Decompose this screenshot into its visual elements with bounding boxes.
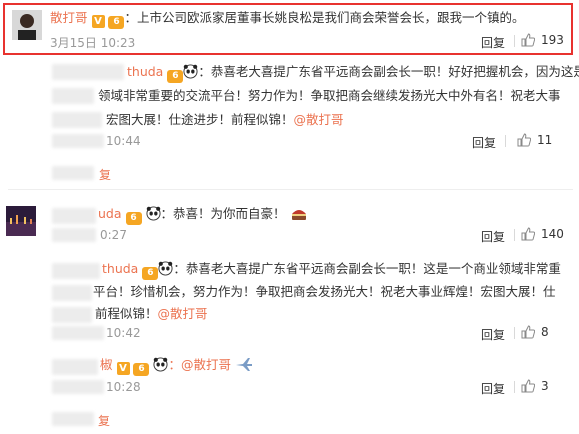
panda-emoji-icon (153, 357, 168, 379)
like-count: 140 (541, 227, 564, 241)
divider (514, 35, 515, 47)
blurred-text (52, 412, 94, 426)
reply-button[interactable]: 回复 (481, 34, 505, 51)
blurred-date (52, 380, 104, 394)
comment-5-body: 椒 V 6 ：@散打哥 (100, 354, 253, 379)
username[interactable]: uda (98, 206, 122, 221)
panda-emoji-icon (183, 64, 198, 86)
mention-link[interactable]: @散打哥 (158, 306, 208, 321)
member-badge-icon: 6 (108, 16, 125, 29)
like-count: 193 (541, 33, 564, 47)
blurred-text (52, 307, 92, 323)
blurred-avatar-name (52, 359, 98, 375)
blurred-avatar-name (52, 64, 124, 80)
member-badge-icon: 6 (142, 267, 159, 280)
divider (505, 135, 506, 147)
comment-2-line-1: thuda 6 ：恭喜老大喜提广东省平远商会副会长一职！好好把握机会，因为这是 (127, 61, 579, 86)
avatar[interactable] (6, 206, 36, 236)
reply-button[interactable]: 回复 (481, 326, 505, 343)
thumbs-up-icon (521, 227, 536, 241)
username[interactable]: 椒 (100, 357, 113, 372)
verified-v-icon: V (116, 362, 130, 375)
username[interactable]: thuda (102, 261, 138, 276)
comment-2-line-3: 宏图大展！仕途进步！前程似锦！@散打哥 (106, 112, 344, 127)
comment-4-line-1: thuda 6 ：恭喜老大喜提广东省平远商会副会长一职！这是一个商业领域非常重 (102, 258, 561, 283)
panda-emoji-icon (145, 206, 161, 228)
cake-emoji-icon (290, 205, 308, 228)
blurred-date (52, 326, 104, 340)
blurred-text (52, 112, 102, 128)
timestamp: 0:27 (100, 228, 127, 242)
verified-v-icon: V (91, 15, 105, 28)
avatar[interactable] (12, 10, 42, 40)
reply-button[interactable]: 回复 (472, 134, 496, 151)
like-button[interactable]: 11 (517, 133, 552, 147)
divider (514, 229, 515, 241)
timestamp: 10:42 (106, 326, 141, 340)
reply-button[interactable]: 回复 (481, 380, 505, 397)
like-count: 8 (541, 325, 549, 339)
mention-link[interactable]: @散打哥 (294, 112, 344, 127)
member-badge-icon: 6 (167, 70, 184, 83)
comment-3-body: uda 6 ：恭喜！为你而自豪！ (98, 203, 308, 228)
reply-link[interactable]: 复 (98, 412, 110, 429)
timestamp: 10:28 (106, 380, 141, 394)
thumbs-up-icon (521, 379, 536, 393)
timestamp: 10:44 (106, 134, 141, 148)
blurred-text (52, 285, 92, 301)
blurred-text (52, 88, 94, 104)
like-button[interactable]: 140 (521, 227, 564, 241)
like-count: 11 (537, 133, 553, 147)
member-badge-icon: 6 (125, 212, 142, 225)
blurred-date (52, 134, 104, 148)
timestamp: 3月15日 10:23 (50, 36, 136, 50)
like-count: 3 (541, 379, 549, 393)
divider (514, 381, 515, 393)
thumbs-up-icon (517, 133, 532, 147)
like-button[interactable]: 193 (521, 33, 564, 47)
like-button[interactable]: 3 (521, 379, 549, 393)
member-badge-icon: 6 (133, 363, 150, 376)
username[interactable]: thuda (127, 64, 163, 79)
mention-link[interactable]: ：@散打哥 (168, 357, 231, 372)
comment-4-line-2: 平台！珍惜机会，努力作为！争取把商会发扬光大！祝老大事业辉煌！宏图大展！仕 (93, 284, 556, 299)
blurred-name (52, 208, 96, 224)
comment-2-line-2: 领域非常重要的交流平台！努力作为！争取把商会继续发扬光大中外有名！祝老大事 (98, 88, 561, 103)
blurred-text (52, 166, 94, 180)
reply-button[interactable]: 回复 (481, 228, 505, 245)
comment-4-line-3: 前程似锦！@散打哥 (95, 306, 208, 321)
thumbs-up-icon (521, 325, 536, 339)
reply-link[interactable]: 复 (99, 166, 111, 183)
blurred-date (52, 228, 96, 242)
divider (8, 189, 573, 190)
thumbs-up-icon (521, 33, 536, 47)
plane-emoji-icon (235, 356, 253, 379)
panda-emoji-icon (158, 261, 173, 283)
blurred-avatar-name (52, 263, 100, 279)
divider (514, 327, 515, 339)
comment-1-body: 散打哥 V 6 ：上市公司欧派家居董事长姚良松是我们商会荣誉会长，跟我一个镇的。 (50, 7, 525, 29)
comment-text: ：上市公司欧派家居董事长姚良松是我们商会荣誉会长，跟我一个镇的。 (124, 10, 525, 25)
like-button[interactable]: 8 (521, 325, 549, 339)
username[interactable]: 散打哥 (50, 10, 88, 25)
